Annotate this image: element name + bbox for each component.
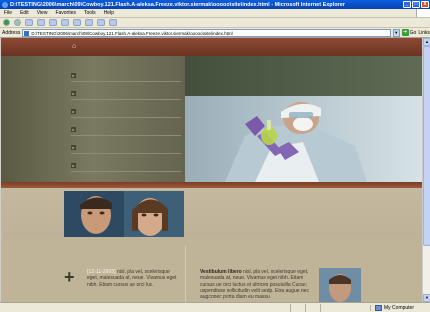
menu-favorites[interactable]: Favorites <box>55 10 76 16</box>
window-title: D:\TESTING\2006\march\09\Cowboy.121.Flas… <box>10 1 345 8</box>
status-segment <box>320 303 321 312</box>
page-viewport: ⌂ ▸ ▸ ▸ ▸ ▸ ▸ + [12-11-2003] nisl, pla v… <box>1 38 422 302</box>
window-controls: _ □ x <box>403 1 429 8</box>
windows-logo <box>416 9 430 17</box>
nav-item[interactable]: ▸ <box>71 88 181 100</box>
close-button[interactable]: x <box>421 1 429 8</box>
print-button[interactable] <box>109 19 117 26</box>
menu-view[interactable]: View <box>37 10 48 16</box>
menu-tools[interactable]: Tools <box>84 10 96 16</box>
hero-image-scientist <box>185 96 422 182</box>
nav-item[interactable]: ▸ <box>71 106 181 118</box>
plus-icon[interactable]: + <box>64 268 75 286</box>
team-photo <box>64 191 184 237</box>
history-button[interactable] <box>85 19 93 26</box>
go-button[interactable]: ➔ Go <box>401 29 417 36</box>
address-input[interactable]: D:\TESTING\2006\march\09\Cowboy.121.Flas… <box>22 28 391 37</box>
back-button[interactable] <box>3 19 10 26</box>
favorites-button[interactable] <box>73 19 81 26</box>
hero-top-panel <box>185 56 422 96</box>
news-lead: Vestibulum libero <box>200 269 242 275</box>
arrow-bullet-icon: ▸ <box>71 91 76 96</box>
search-button[interactable] <box>61 19 69 26</box>
nav-item[interactable]: ▸ <box>71 124 181 136</box>
go-arrow-icon: ➔ <box>401 29 409 36</box>
nav-panel: ▸ ▸ ▸ ▸ ▸ ▸ <box>1 56 185 182</box>
forward-button[interactable] <box>14 19 21 26</box>
menu-file[interactable]: File <box>4 10 12 16</box>
arrow-bullet-icon: ▸ <box>71 145 76 150</box>
nav-item[interactable]: ▸ <box>71 70 181 82</box>
page-icon <box>24 30 30 36</box>
site-header: ⌂ <box>1 38 422 56</box>
arrow-bullet-icon: ▸ <box>71 109 76 114</box>
arrow-bullet-icon: ▸ <box>71 163 76 168</box>
nav-item[interactable]: ▸ <box>71 160 181 172</box>
address-value: D:\TESTING\2006\march\09\Cowboy.121.Flas… <box>31 30 233 36</box>
stop-button[interactable] <box>25 19 33 26</box>
scroll-thumb[interactable] <box>423 46 430 246</box>
vertical-scrollbar[interactable]: ▲ ▼ <box>422 38 430 302</box>
menu-edit[interactable]: Edit <box>20 10 29 16</box>
arrow-bullet-icon: ▸ <box>71 127 76 132</box>
address-label: Address <box>2 29 21 36</box>
news-date: [12-11-2003] <box>87 269 116 275</box>
refresh-button[interactable] <box>37 19 45 26</box>
scroll-up-icon[interactable]: ▲ <box>423 38 430 46</box>
nav-item[interactable]: ▸ <box>71 142 181 154</box>
computer-icon <box>375 304 382 311</box>
minimize-button[interactable]: _ <box>403 1 411 8</box>
menu-bar: File Edit View Favorites Tools Help <box>0 9 430 18</box>
zone-label: My Computer <box>384 304 415 311</box>
mail-button[interactable] <box>97 19 105 26</box>
news-right-column: Vestibulum libero nisl, pla vel, sceleri… <box>200 269 310 300</box>
maximize-button[interactable]: □ <box>412 1 420 8</box>
status-segment <box>305 303 306 312</box>
home-icon[interactable]: ⌂ <box>72 43 78 50</box>
security-zone: My Computer <box>370 304 430 311</box>
arrow-bullet-icon: ▸ <box>71 73 76 78</box>
thumbnail-photo <box>319 268 361 302</box>
scroll-down-icon[interactable]: ▼ <box>423 294 430 302</box>
address-dropdown[interactable]: ▼ <box>392 28 400 37</box>
go-label: Go <box>409 29 417 36</box>
column-divider <box>185 246 186 302</box>
status-segment <box>290 303 291 312</box>
status-bar: My Computer <box>0 302 430 312</box>
news-left-column: [12-11-2003] nisl, pla vel, scelerisque … <box>87 269 177 288</box>
window-titlebar: D:\TESTING\2006\march\09\Cowboy.121.Flas… <box>0 0 430 9</box>
standard-toolbar <box>0 18 430 28</box>
links-label[interactable]: Links <box>418 30 430 36</box>
menu-help[interactable]: Help <box>104 10 114 16</box>
home-button[interactable] <box>49 19 57 26</box>
address-bar: Address D:\TESTING\2006\march\09\Cowboy.… <box>0 28 430 38</box>
ie-icon <box>2 1 8 8</box>
